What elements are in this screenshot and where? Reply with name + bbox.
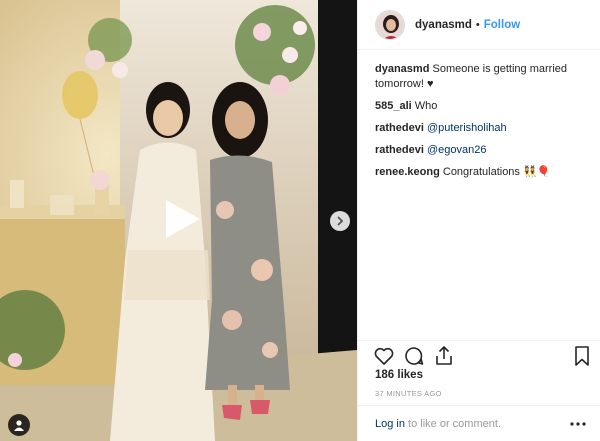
- follow-button[interactable]: Follow: [484, 19, 520, 31]
- post-media[interactable]: [0, 0, 357, 441]
- post-author-username[interactable]: dyanasmd: [415, 19, 472, 31]
- comment-text: Who: [414, 100, 438, 112]
- chevron-right-icon: [337, 216, 344, 226]
- list-item: rathedevi @egovan26: [375, 143, 595, 158]
- user-tag-icon: [14, 420, 24, 431]
- comment-icon[interactable]: [402, 344, 426, 368]
- mention-link[interactable]: @egovan26: [427, 144, 487, 156]
- like-count[interactable]: 186 likes: [375, 369, 423, 381]
- mention-link[interactable]: @puterisholihah: [427, 122, 507, 134]
- separator-dot: •: [475, 18, 480, 31]
- next-media-button[interactable]: [330, 211, 350, 231]
- bookmark-icon[interactable]: [570, 344, 594, 368]
- timestamp[interactable]: 37 MINUTES AGO: [375, 389, 442, 398]
- list-item: rathedevi @puterisholihah: [375, 121, 595, 136]
- caption: dyanasmd Someone is getting married tomo…: [375, 62, 595, 92]
- list-item: renee.keong Congratulations 👯🎈: [375, 165, 595, 180]
- comment-username[interactable]: 585_ali: [375, 100, 412, 112]
- comment-username[interactable]: renee.keong: [375, 166, 440, 178]
- login-link[interactable]: Log in: [375, 418, 405, 430]
- more-icon[interactable]: [569, 415, 587, 433]
- user-tags-button[interactable]: [8, 414, 30, 436]
- list-item: 585_ali Who: [375, 99, 595, 114]
- play-button[interactable]: [158, 196, 204, 242]
- post-header: dyanasmd • Follow: [358, 0, 600, 50]
- comment-text: Congratulations 👯🎈: [442, 166, 551, 178]
- heart-icon[interactable]: [372, 344, 396, 368]
- avatar[interactable]: [375, 9, 405, 40]
- comment-username[interactable]: rathedevi: [375, 122, 424, 134]
- comment-list: dyanasmd Someone is getting married tomo…: [375, 62, 595, 187]
- login-prompt: Log in to like or comment.: [358, 405, 600, 441]
- action-bar: [358, 340, 600, 370]
- avatar-image: [376, 10, 404, 39]
- login-prompt-text: to like or comment.: [404, 417, 501, 430]
- share-icon[interactable]: [432, 344, 456, 368]
- play-icon: [166, 200, 200, 238]
- comment-username[interactable]: dyanasmd: [375, 63, 429, 75]
- post-side-panel: dyanasmd • Follow dyanasmd Someone is ge…: [357, 0, 600, 441]
- comment-username[interactable]: rathedevi: [375, 144, 424, 156]
